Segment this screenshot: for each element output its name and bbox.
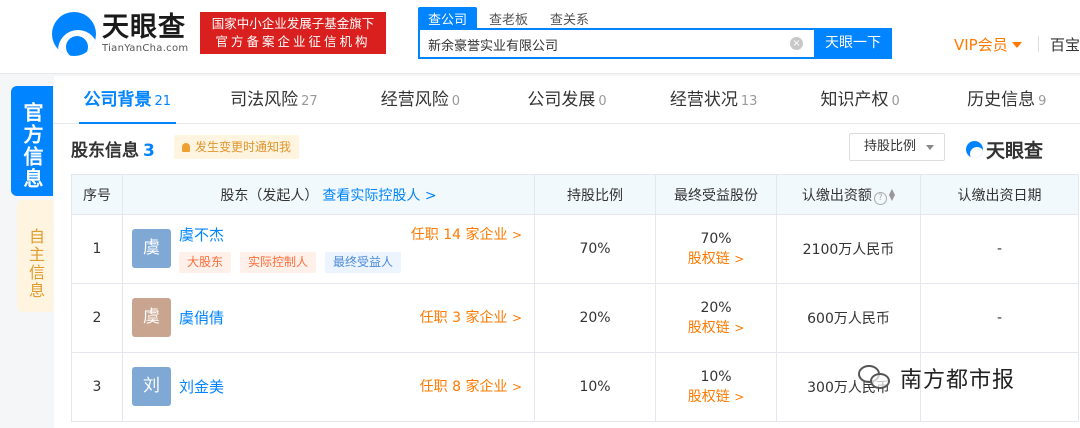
chat-bubbles-icon (858, 363, 894, 393)
chevron-right-icon: > (511, 311, 522, 325)
header-final-benefit: 最终受益股份 (655, 174, 777, 215)
tab-judicial-risk[interactable]: 司法风险 27 (201, 76, 348, 123)
ratio-cell: 70% (534, 214, 656, 284)
toolbox-menu[interactable]: 百宝 (1050, 34, 1080, 55)
header-capital[interactable]: 认缴出资额 ?▲ ▼ (776, 174, 921, 215)
tianyancha-logo-icon (966, 141, 983, 158)
row-index: 1 (71, 214, 123, 284)
tianyancha-logo-icon (52, 12, 96, 56)
table-row: 2 虞 虞俏倩 任职 3 家企业 > 20% 20% 股权链 > 600万人民币… (71, 283, 1079, 353)
positions-link[interactable]: 任职 14 家企业 > (411, 224, 522, 244)
final-benefit-pct: 10% (700, 369, 732, 385)
header-capital-date: 认缴出资日期 (920, 174, 1079, 215)
clear-search-icon[interactable]: × (790, 37, 803, 50)
holder-cell: 虞 虞不杰 任职 14 家企业 > 大股东 实际控制人 最终受益人 (122, 214, 535, 284)
tag-ultimate-beneficiary: 最终受益人 (325, 252, 402, 273)
chevron-right-icon: > (511, 228, 522, 242)
header-holder: 股东（发起人） 查看实际控股人 > (122, 174, 535, 215)
equity-chain-link[interactable]: 股权链 > (656, 387, 776, 407)
logo-title: 天眼查 (102, 12, 186, 43)
avatar[interactable]: 虞 (132, 229, 171, 268)
positions-link[interactable]: 任职 3 家企业 > (420, 307, 522, 327)
chevron-right-icon: > (734, 390, 745, 404)
header-ratio: 持股比例 (534, 174, 656, 215)
capital-date-cell: - (920, 283, 1079, 353)
tab-company-development[interactable]: 公司发展 0 (494, 76, 641, 123)
search-input[interactable]: 新余豪誉实业有限公司 (418, 28, 814, 59)
category-tabs: 公司背景 21 司法风险 27 经营风险 0 公司发展 0 经营状况 13 知识产权 0 历… (54, 76, 1080, 124)
watermark-text: 南方都市报 (900, 368, 1016, 393)
tab-company-background[interactable]: 公司背景 21 (54, 76, 201, 124)
ratio-cell: 20% (534, 283, 656, 353)
side-tab-self-info[interactable]: 自主信息 (17, 200, 53, 312)
help-icon[interactable]: ? (873, 191, 887, 205)
avatar[interactable]: 虞 (132, 298, 171, 337)
site-logo[interactable]: 天眼查 TianYanCha.com (52, 12, 188, 56)
ratio-cell: 10% (534, 352, 656, 422)
search-tab-boss[interactable]: 查老板 (479, 7, 538, 30)
equity-chain-link[interactable]: 股权链 > (656, 249, 776, 269)
section-title: 股东信息 3 (71, 141, 155, 161)
search-tab-relation[interactable]: 查关系 (540, 7, 599, 30)
holder-name-link[interactable]: 刘金美 (179, 376, 224, 397)
tag-major-shareholder: 大股东 (179, 252, 232, 273)
final-benefit-cell: 10% 股权链 > (655, 352, 777, 422)
row-index: 2 (71, 283, 123, 353)
chevron-right-icon: > (511, 380, 522, 394)
caret-down-icon (1011, 42, 1022, 48)
positions-link[interactable]: 任职 8 家企业 > (420, 376, 522, 396)
shareholder-count: 3 (143, 141, 155, 161)
bell-icon (182, 143, 190, 152)
sort-icon[interactable]: ▲ ▼ (889, 187, 895, 201)
final-benefit-pct: 70% (700, 231, 732, 247)
newspaper-watermark: 南方都市报 (858, 362, 1015, 394)
official-badge-line2: 官方备案企业征信机构 (215, 34, 371, 49)
view-actual-controller-link[interactable]: 查看实际控股人 > (322, 188, 436, 204)
final-benefit-pct: 20% (700, 300, 732, 316)
official-badge: 国家中小企业发展子基金旗下 官方备案企业征信机构 (200, 12, 386, 54)
official-badge-line1: 国家中小企业发展子基金旗下 (211, 16, 375, 31)
vip-member-menu[interactable]: VIP会员 (954, 34, 1022, 55)
row-index: 3 (71, 352, 123, 422)
tab-operating-status[interactable]: 经营状况 13 (640, 76, 787, 123)
search-tab-company[interactable]: 查公司 (418, 7, 478, 30)
side-tab-official-info[interactable]: 官方信息 (11, 86, 53, 196)
sort-by-ratio-select[interactable]: 持股比例 (849, 133, 945, 161)
header-divider (1038, 36, 1039, 52)
header-index: 序号 (71, 174, 123, 215)
holder-name-link[interactable]: 虞不杰 (179, 224, 224, 245)
caret-down-icon (926, 145, 934, 150)
tag-actual-controller: 实际控制人 (240, 252, 317, 273)
final-benefit-cell: 70% 股权链 > (655, 214, 777, 284)
notify-on-change-button[interactable]: 发生变更时通知我 (174, 135, 300, 159)
chevron-right-icon: > (734, 321, 745, 335)
chevron-right-icon: > (734, 252, 745, 266)
holder-cell: 虞 虞俏倩 任职 3 家企业 > (122, 283, 535, 353)
table-header-row: 序号 股东（发起人） 查看实际控股人 > 持股比例 最终受益股份 认缴出资额 ?▲ ▼… (71, 174, 1079, 215)
table-row: 1 虞 虞不杰 任职 14 家企业 > 大股东 实际控制人 最终受益人 70% (71, 214, 1079, 284)
capital-cell: 600万人民币 (776, 283, 921, 353)
holder-tags: 大股东 实际控制人 最终受益人 (179, 252, 410, 273)
tab-intellectual-property[interactable]: 知识产权 0 (787, 76, 934, 123)
holder-name-link[interactable]: 虞俏倩 (179, 307, 224, 328)
logo-domain: TianYanCha.com (102, 43, 189, 54)
tab-operating-risk[interactable]: 经营风险 0 (347, 76, 494, 123)
capital-date-cell: - (920, 214, 1079, 284)
brand-watermark: 天眼查 (966, 136, 1043, 163)
vip-label: VIP会员 (954, 36, 1008, 54)
top-header: 天眼查 TianYanCha.com 国家中小企业发展子基金旗下 官方备案企业征… (0, 0, 1080, 74)
capital-cell: 2100万人民币 (776, 214, 921, 284)
search-button[interactable]: 天眼一下 (814, 28, 892, 59)
tab-history-info[interactable]: 历史信息 9 (933, 76, 1080, 123)
holder-cell: 刘 刘金美 任职 8 家企业 > (122, 352, 535, 422)
equity-chain-link[interactable]: 股权链 > (656, 318, 776, 338)
final-benefit-cell: 20% 股权链 > (655, 283, 777, 353)
avatar[interactable]: 刘 (132, 367, 171, 406)
search-type-tabs: 查公司 查老板 查关系 (418, 7, 601, 30)
